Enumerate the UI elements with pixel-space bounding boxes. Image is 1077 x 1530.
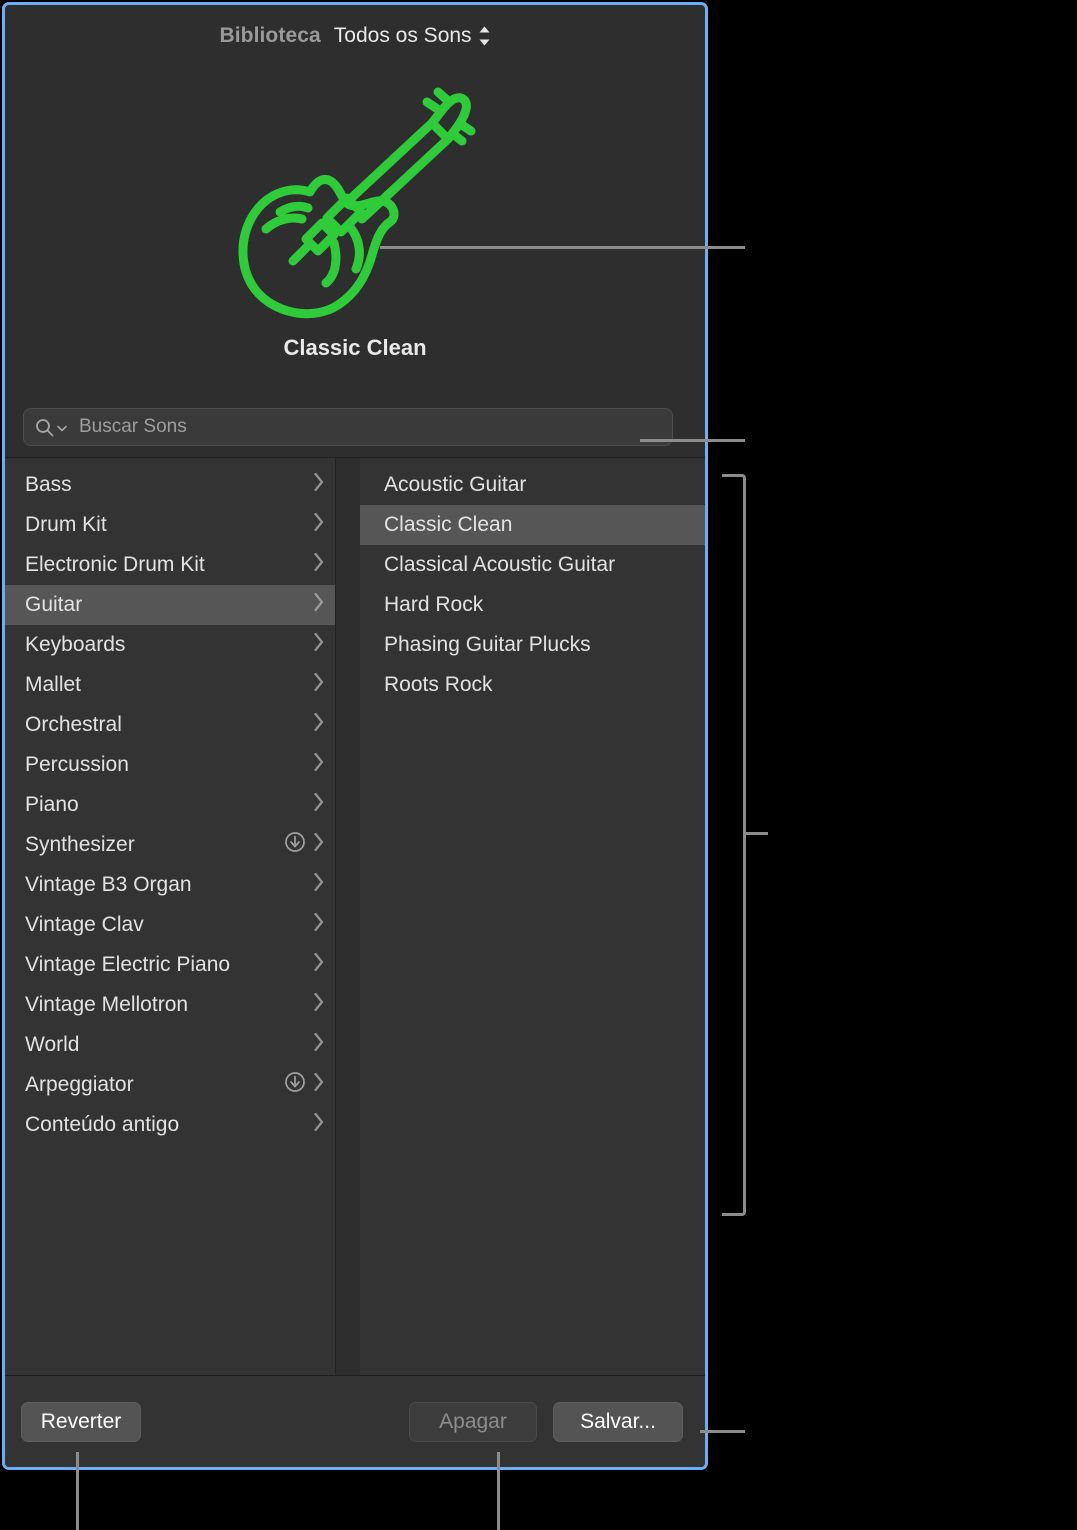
callout-bracket-browser — [722, 474, 746, 1216]
callout-line-save-button — [700, 1430, 745, 1433]
category-row[interactable]: Orchestral — [5, 705, 335, 745]
category-list: Bass Drum Kit Electronic Drum Kit Guitar Key… — [5, 458, 335, 1145]
callout-line-search-field — [640, 439, 745, 442]
category-label: Bass — [25, 473, 72, 496]
category-row[interactable]: Electronic Drum Kit — [5, 545, 335, 585]
category-row[interactable]: Arpeggiator — [5, 1065, 335, 1105]
revert-button[interactable]: Reverter — [21, 1402, 141, 1442]
chevron-right-icon — [312, 511, 325, 539]
category-row[interactable]: World — [5, 1025, 335, 1065]
category-label: Drum Kit — [25, 513, 107, 536]
sound-set-value: Todos os Sons — [333, 24, 472, 47]
category-row[interactable]: Vintage B3 Organ — [5, 865, 335, 905]
library-title: Biblioteca — [219, 24, 321, 47]
category-row[interactable]: Drum Kit — [5, 505, 335, 545]
chevron-right-icon — [312, 671, 325, 699]
patch-row[interactable]: Classic Clean — [360, 505, 705, 545]
chevron-right-icon — [312, 591, 325, 619]
chevron-right-icon — [312, 831, 325, 859]
category-label: Orchestral — [25, 713, 122, 736]
chevron-right-icon — [312, 951, 325, 979]
category-row[interactable]: Bass — [5, 465, 335, 505]
search-row — [5, 397, 705, 457]
electric-guitar-icon — [210, 77, 510, 332]
category-label: Guitar — [25, 593, 83, 616]
category-label: Percussion — [25, 753, 129, 776]
chevron-right-icon — [312, 551, 325, 579]
download-icon[interactable] — [284, 1071, 312, 1099]
chevron-right-icon — [312, 1031, 325, 1059]
panel-footer: Reverter Apagar Salvar... — [5, 1375, 705, 1467]
chevron-right-icon — [312, 1111, 325, 1139]
save-button[interactable]: Salvar... — [553, 1402, 683, 1442]
category-label: Conteúdo antigo — [25, 1113, 180, 1136]
sound-browser: Bass Drum Kit Electronic Drum Kit Guitar Key… — [5, 457, 705, 1376]
delete-button[interactable]: Apagar — [409, 1402, 537, 1442]
category-row[interactable]: Piano — [5, 785, 335, 825]
category-label: Vintage Clav — [25, 913, 144, 936]
category-label: Electronic Drum Kit — [25, 553, 205, 576]
category-label: Synthesizer — [25, 833, 135, 856]
category-row[interactable]: Vintage Mellotron — [5, 985, 335, 1025]
patch-column[interactable]: Acoustic Guitar Classic Clean Classical Ac… — [360, 458, 705, 1376]
callout-line-delete-button — [497, 1452, 500, 1530]
library-panel: Biblioteca Todos os Sons Classic Clean B… — [2, 2, 708, 1470]
category-label: World — [25, 1033, 80, 1056]
category-row[interactable]: Synthesizer — [5, 825, 335, 865]
category-label: Piano — [25, 793, 79, 816]
chevron-down-icon[interactable] — [56, 421, 68, 433]
chevron-right-icon — [312, 751, 325, 779]
chevron-up-down-icon — [478, 25, 491, 47]
search-field[interactable] — [23, 408, 673, 446]
category-label: Vintage Electric Piano — [25, 953, 231, 976]
category-label: Vintage B3 Organ — [25, 873, 192, 896]
patch-label: Roots Rock — [384, 673, 493, 696]
search-input[interactable] — [77, 415, 621, 439]
callout-line-revert-button — [76, 1452, 79, 1530]
category-label: Arpeggiator — [25, 1073, 134, 1096]
patch-label: Classic Clean — [384, 513, 513, 536]
category-label: Mallet — [25, 673, 82, 696]
sound-set-popup-button[interactable]: Todos os Sons — [334, 24, 491, 48]
patch-label: Phasing Guitar Plucks — [384, 633, 591, 656]
patch-row[interactable]: Roots Rock — [360, 665, 705, 705]
patch-label: Acoustic Guitar — [384, 473, 527, 496]
category-row[interactable]: Vintage Clav — [5, 905, 335, 945]
patch-preview: Classic Clean — [5, 67, 705, 397]
patch-label: Classical Acoustic Guitar — [384, 553, 616, 576]
chevron-right-icon — [312, 471, 325, 499]
download-icon[interactable] — [284, 831, 312, 859]
callout-line-browser — [746, 832, 768, 835]
callout-line-patch-icon — [380, 246, 745, 249]
category-row[interactable]: Percussion — [5, 745, 335, 785]
chevron-right-icon — [312, 711, 325, 739]
chevron-right-icon — [312, 791, 325, 819]
category-label: Keyboards — [25, 633, 126, 656]
category-row[interactable]: Conteúdo antigo — [5, 1105, 335, 1145]
patch-row[interactable]: Hard Rock — [360, 585, 705, 625]
panel-header: Biblioteca Todos os Sons — [5, 5, 705, 67]
chevron-right-icon — [312, 991, 325, 1019]
chevron-right-icon — [312, 1071, 325, 1099]
patch-name-label: Classic Clean — [283, 335, 427, 360]
category-row[interactable]: Guitar — [5, 585, 335, 625]
category-row[interactable]: Keyboards — [5, 625, 335, 665]
patch-row[interactable]: Classical Acoustic Guitar — [360, 545, 705, 585]
chevron-right-icon — [312, 871, 325, 899]
category-label: Vintage Mellotron — [25, 993, 189, 1016]
category-column[interactable]: Bass Drum Kit Electronic Drum Kit Guitar Key… — [5, 458, 336, 1376]
patch-label: Hard Rock — [384, 593, 484, 616]
patch-row[interactable]: Acoustic Guitar — [360, 465, 705, 505]
patch-row[interactable]: Phasing Guitar Plucks — [360, 625, 705, 665]
patch-list: Acoustic Guitar Classic Clean Classical Ac… — [360, 458, 705, 705]
chevron-right-icon — [312, 911, 325, 939]
category-row[interactable]: Mallet — [5, 665, 335, 705]
search-icon[interactable] — [35, 418, 54, 437]
category-row[interactable]: Vintage Electric Piano — [5, 945, 335, 985]
chevron-right-icon — [312, 631, 325, 659]
